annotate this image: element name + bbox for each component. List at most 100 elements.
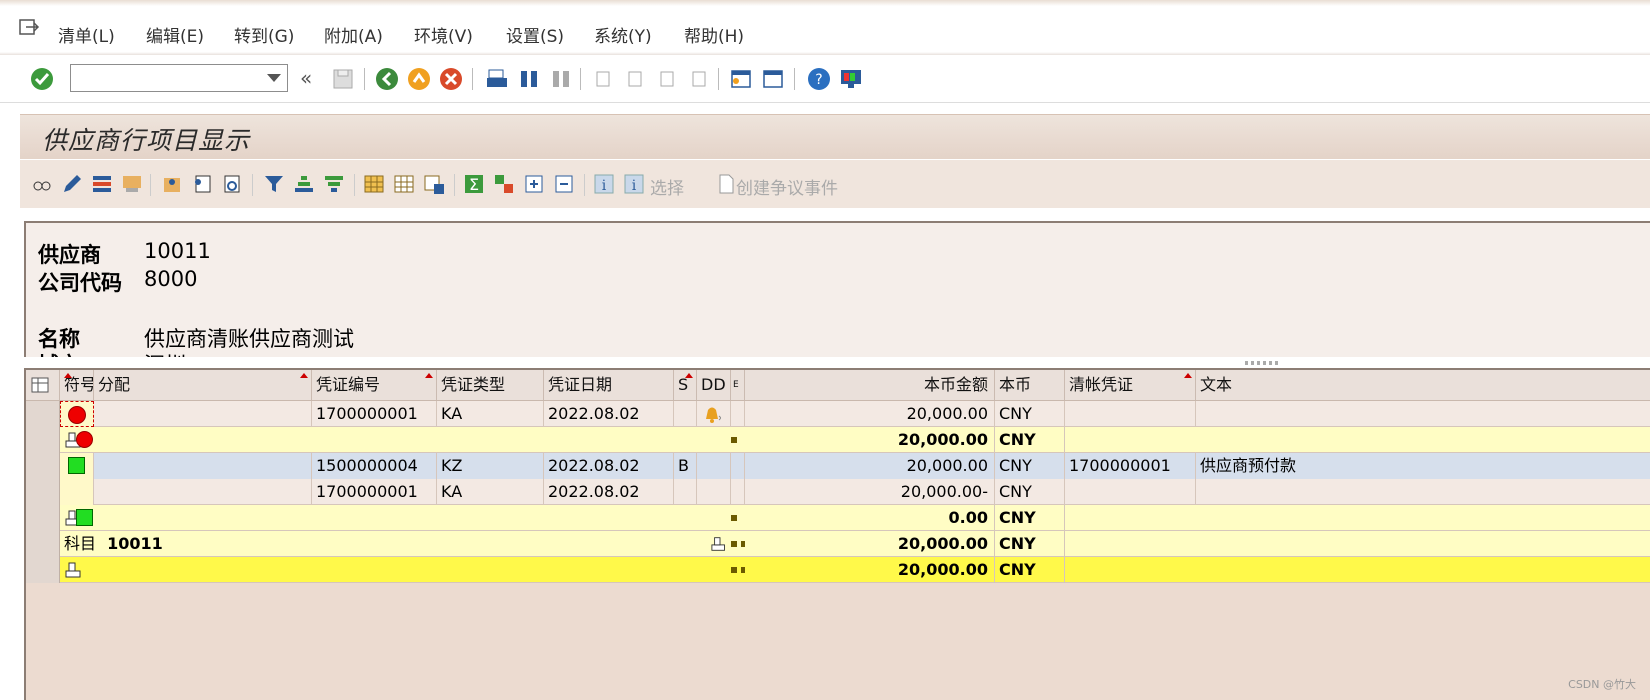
- total-row[interactable]: 20,000.00 CNY: [26, 557, 1650, 583]
- row-selector[interactable]: [26, 479, 60, 505]
- back-icon[interactable]: [374, 66, 400, 92]
- info-icon[interactable]: i: [592, 172, 616, 196]
- col-header-doc-date[interactable]: 凭证日期: [544, 370, 674, 400]
- menu-help[interactable]: 帮助(H): [684, 22, 744, 47]
- expand-icon[interactable]: [522, 172, 546, 196]
- display-icon[interactable]: [30, 172, 54, 196]
- mass-change-icon[interactable]: [120, 172, 144, 196]
- splitter-handle[interactable]: [1245, 361, 1279, 365]
- exit-icon[interactable]: [406, 66, 432, 92]
- subtotal-row[interactable]: 0.00 CNY: [26, 505, 1650, 531]
- save-icon[interactable]: [330, 66, 356, 92]
- currency-cell: CNY: [995, 401, 1065, 427]
- amount-cell: 20,000.00: [745, 557, 995, 583]
- doc-date-cell: 2022.08.02: [544, 401, 674, 427]
- row-selector[interactable]: [26, 401, 60, 427]
- subtotal-row[interactable]: 20,000.00 CNY: [26, 427, 1650, 453]
- subtotal-icon[interactable]: [492, 172, 516, 196]
- last-page-icon[interactable]: [686, 66, 712, 92]
- help-icon[interactable]: ?: [806, 66, 832, 92]
- change-icon[interactable]: [90, 172, 114, 196]
- document-icon[interactable]: [190, 172, 214, 196]
- find-icon[interactable]: [516, 66, 542, 92]
- level-marker-icon: [731, 515, 737, 521]
- col-header-dd[interactable]: DD: [697, 370, 731, 400]
- next-page-icon[interactable]: [654, 66, 680, 92]
- row-selector[interactable]: [26, 557, 60, 583]
- find-next-icon[interactable]: [548, 66, 574, 92]
- menu-settings[interactable]: 设置(S): [506, 22, 564, 47]
- account-subtotal-row[interactable]: 科目 10011 20,000.00 CNY: [26, 531, 1650, 557]
- sort-descending-icon[interactable]: [322, 172, 346, 196]
- new-session-icon[interactable]: [728, 66, 754, 92]
- line-item-grid: 符号 分配 凭证编号 凭证类型 凭证日期 S DD E 本币金额 本币 清帐凭证…: [24, 368, 1650, 700]
- row-selector[interactable]: [26, 531, 60, 557]
- menu-environment[interactable]: 环境(V): [414, 22, 473, 47]
- amount-cell: 20,000.00: [745, 453, 995, 479]
- account-number: 10011: [107, 534, 163, 553]
- account-cell: 科目 10011: [60, 531, 745, 557]
- sum-icon[interactable]: Σ: [462, 172, 486, 196]
- col-header-clearing-doc[interactable]: 清帐凭证: [1065, 370, 1196, 400]
- menu-extras[interactable]: 附加(A): [324, 22, 383, 47]
- choose-layout-icon[interactable]: [392, 172, 416, 196]
- row-selector[interactable]: [26, 427, 60, 453]
- toolbar-divider: [580, 68, 581, 90]
- col-header-symbol[interactable]: 符号: [60, 370, 94, 400]
- toolbar-divider: [454, 174, 455, 196]
- edit-icon[interactable]: [60, 172, 84, 196]
- table-row[interactable]: 1700000001 KA 2022.08.02 20,000.00 CNY: [26, 401, 1650, 427]
- doc-number-cell[interactable]: 1700000001: [312, 401, 437, 427]
- col-header-assignment[interactable]: 分配: [94, 370, 312, 400]
- amount-cell: 20,000.00-: [745, 479, 995, 505]
- check-icon[interactable]: [29, 66, 55, 92]
- doc-number-cell[interactable]: 1700000001: [312, 479, 437, 505]
- row-selector[interactable]: [26, 505, 60, 531]
- col-header-special-gl[interactable]: S: [674, 370, 697, 400]
- subtotal-symbol-cell: [60, 505, 745, 531]
- table-row[interactable]: 1500000004 KZ 2022.08.02 B 20,000.00 CNY…: [26, 453, 1650, 479]
- menu-edit[interactable]: 编辑(E): [146, 22, 204, 47]
- prev-page-icon[interactable]: [622, 66, 648, 92]
- table-row[interactable]: 1700000001 KA 2022.08.02 20,000.00- CNY: [26, 479, 1650, 505]
- col-header-e[interactable]: E: [731, 370, 745, 400]
- row-selector[interactable]: [26, 453, 60, 479]
- chevron-down-icon[interactable]: [267, 74, 281, 82]
- shortcut-icon[interactable]: [760, 66, 786, 92]
- layout-icon[interactable]: [838, 66, 864, 92]
- col-header-doc-number[interactable]: 凭证编号: [312, 370, 437, 400]
- cancel-icon[interactable]: [438, 66, 464, 92]
- currency-cell: CNY: [995, 505, 1065, 531]
- layout-grid-icon[interactable]: [362, 172, 386, 196]
- select-info-icon[interactable]: i: [622, 172, 646, 196]
- grid-settings-icon[interactable]: [26, 370, 60, 400]
- collapse-all-icon[interactable]: [552, 172, 576, 196]
- save-layout-icon[interactable]: [422, 172, 446, 196]
- doc-number-cell[interactable]: 1500000004: [312, 453, 437, 479]
- print-icon[interactable]: [484, 66, 510, 92]
- vendor-icon[interactable]: [160, 172, 184, 196]
- create-dispute-button[interactable]: 创建争议事件: [736, 174, 838, 199]
- menu-goto[interactable]: 转到(G): [234, 22, 294, 47]
- menu-list[interactable]: 清单(L): [58, 22, 115, 47]
- first-page-icon[interactable]: [590, 66, 616, 92]
- document-new-icon[interactable]: [714, 172, 738, 196]
- overview-icon[interactable]: [220, 172, 244, 196]
- collapse-icon[interactable]: «: [300, 66, 312, 90]
- dd-cell: [697, 479, 731, 505]
- dd-cell: [697, 401, 731, 427]
- select-button[interactable]: 选择: [650, 174, 684, 199]
- col-header-text[interactable]: 文本: [1196, 370, 1650, 400]
- col-header-currency[interactable]: 本币: [995, 370, 1065, 400]
- command-field[interactable]: [70, 64, 288, 92]
- total-icon: [65, 562, 81, 578]
- col-header-amount[interactable]: 本币金额: [745, 370, 995, 400]
- sort-ascending-icon[interactable]: [292, 172, 316, 196]
- company-code-label: 公司代码: [38, 271, 122, 295]
- menu-exit-icon[interactable]: [18, 18, 40, 38]
- menu-bar: 清单(L) 编辑(E) 转到(G) 附加(A) 环境(V) 设置(S) 系统(Y…: [0, 0, 1650, 55]
- filter-icon[interactable]: [262, 172, 286, 196]
- clearing-doc-cell[interactable]: 1700000001: [1065, 453, 1196, 479]
- menu-system[interactable]: 系统(Y): [594, 22, 652, 47]
- col-header-doc-type[interactable]: 凭证类型: [437, 370, 544, 400]
